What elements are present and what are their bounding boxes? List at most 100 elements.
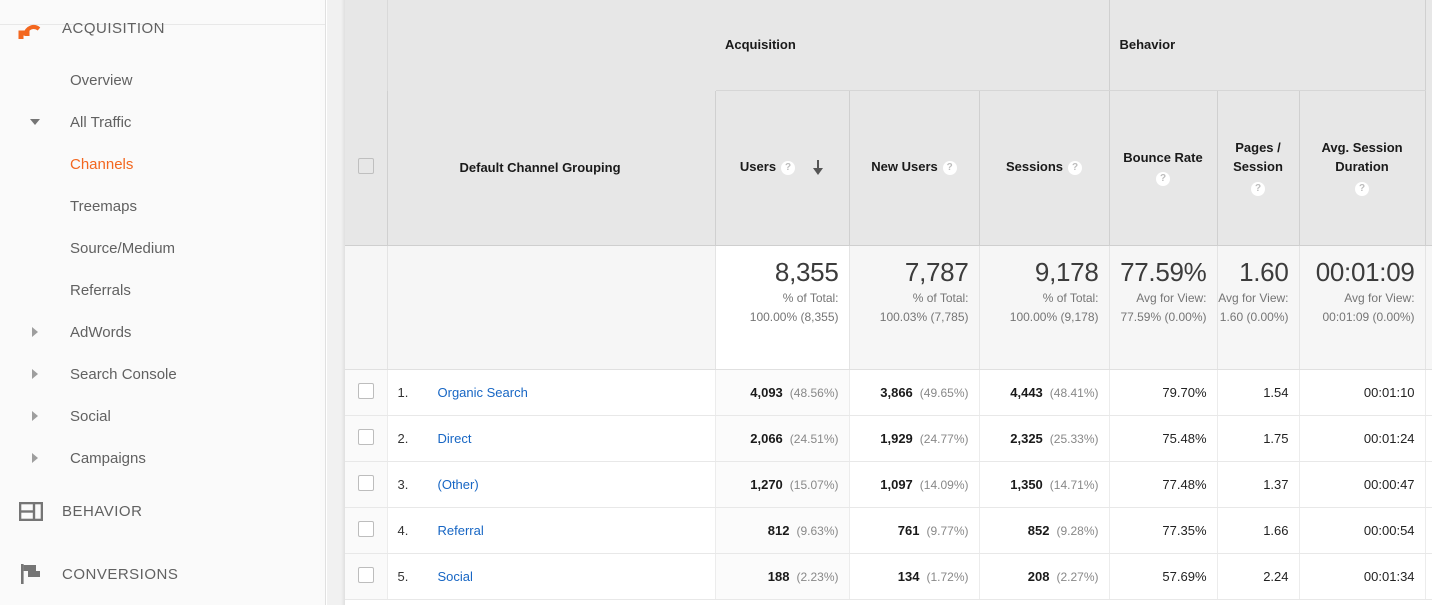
left-navigation-sidebar: ACQUISITION Overview All Traffic Channel… bbox=[0, 0, 326, 605]
summary-sub-value: 100.00% (9,178) bbox=[1009, 310, 1099, 325]
metric-percent: (15.07%) bbox=[789, 477, 839, 492]
metric-percent: (14.09%) bbox=[919, 477, 969, 492]
sidebar-section-behavior[interactable]: BEHAVIOR bbox=[0, 485, 325, 537]
sidebar-item-overview[interactable]: Overview bbox=[0, 59, 325, 101]
row-checkbox[interactable] bbox=[345, 369, 388, 416]
sidebar-item-label: Social bbox=[70, 407, 111, 425]
sort-descending-icon[interactable] bbox=[812, 159, 824, 176]
sidebar-item-adwords[interactable]: AdWords bbox=[0, 311, 325, 353]
row-bounce-rate: 77.35% bbox=[1109, 507, 1218, 554]
table-column-header-row: Default Channel Grouping Users ? New Use… bbox=[345, 90, 1432, 246]
metric-value: 00:00:54 bbox=[1363, 522, 1415, 538]
summary-dimension-spacer bbox=[387, 245, 716, 370]
sidebar-item-source-medium[interactable]: Source/Medium bbox=[0, 227, 325, 269]
sidebar-section-acquisition[interactable]: ACQUISITION bbox=[0, 2, 325, 54]
sidebar-section-conversions[interactable]: CONVERSIONS bbox=[0, 548, 325, 600]
row-pages-session: 2.24 bbox=[1217, 553, 1300, 600]
metric-value: 77.35% bbox=[1162, 522, 1207, 538]
checkbox-icon[interactable] bbox=[357, 520, 374, 537]
column-header-sessions[interactable]: Sessions ? bbox=[979, 90, 1110, 246]
chevron-right-icon[interactable] bbox=[0, 411, 70, 421]
help-icon[interactable]: ? bbox=[781, 160, 796, 175]
channel-link[interactable]: Organic Search bbox=[438, 385, 528, 400]
row-avg-duration: 00:00:54 bbox=[1299, 507, 1426, 554]
checkbox-icon[interactable] bbox=[357, 382, 374, 399]
row-dimension: 1. Organic Search bbox=[387, 369, 716, 416]
row-pages-session: 1.66 bbox=[1217, 507, 1300, 554]
summary-value: 1.60 bbox=[1239, 256, 1289, 287]
column-label: Users bbox=[739, 159, 777, 175]
row-pages-session: 1.75 bbox=[1217, 415, 1300, 462]
channel-link[interactable]: (Other) bbox=[438, 477, 479, 492]
chevron-right-icon[interactable] bbox=[0, 327, 70, 337]
column-header-avg-session-duration[interactable]: Avg. Session Duration ? bbox=[1299, 90, 1426, 246]
help-icon[interactable]: ? bbox=[1355, 181, 1370, 196]
sidebar-item-channels[interactable]: Channels bbox=[0, 143, 325, 185]
column-header-dimension[interactable]: Default Channel Grouping bbox=[387, 90, 716, 246]
select-all-checkbox[interactable] bbox=[345, 90, 388, 246]
sidebar-section-label: ACQUISITION bbox=[62, 19, 166, 37]
table-row[interactable]: 4. Referral 812 (9.63%) 761 (9.77%) 852 (9.2… bbox=[345, 507, 1432, 554]
summary-pages-session: 1.60 Avg for View: 1.60 (0.00%) bbox=[1217, 245, 1300, 370]
sidebar-item-campaigns[interactable]: Campaigns bbox=[0, 437, 325, 479]
metric-value: 1.54 bbox=[1263, 384, 1289, 400]
row-checkbox[interactable] bbox=[345, 553, 388, 600]
table-row[interactable]: 1. Organic Search 4,093 (48.56%) 3,866 (49.… bbox=[345, 369, 1432, 416]
checkbox-icon[interactable] bbox=[357, 158, 374, 174]
help-icon[interactable]: ? bbox=[1068, 160, 1083, 175]
metric-value: 761 bbox=[897, 522, 920, 538]
help-icon[interactable]: ? bbox=[942, 160, 957, 175]
behavior-layout-icon bbox=[0, 501, 62, 521]
row-checkbox[interactable] bbox=[345, 461, 388, 508]
column-label: Sessions bbox=[1005, 159, 1064, 175]
summary-new-users: 7,787 % of Total: 100.03% (7,785) bbox=[849, 245, 980, 370]
summary-value: 77.59% bbox=[1120, 256, 1207, 287]
row-avg-duration: 00:00:47 bbox=[1299, 461, 1426, 508]
table-row[interactable]: 5. Social 188 (2.23%) 134 (1.72%) 208 (2.27%… bbox=[345, 553, 1432, 600]
help-icon[interactable]: ? bbox=[1251, 181, 1265, 196]
metric-value: 188 bbox=[767, 568, 790, 584]
checkbox-icon[interactable] bbox=[357, 566, 374, 583]
chevron-down-icon[interactable] bbox=[0, 119, 70, 125]
row-checkbox[interactable] bbox=[345, 507, 388, 554]
group-header-behavior: Behavior bbox=[1109, 0, 1426, 91]
row-tail-spacer bbox=[1425, 553, 1432, 600]
chevron-right-icon[interactable] bbox=[0, 369, 70, 379]
metric-value: 1,097 bbox=[880, 476, 913, 492]
sidebar-item-treemaps[interactable]: Treemaps bbox=[0, 185, 325, 227]
metric-percent: (25.33%) bbox=[1049, 431, 1099, 446]
row-tail-spacer bbox=[1425, 461, 1432, 508]
sidebar-item-search-console[interactable]: Search Console bbox=[0, 353, 325, 395]
summary-sub-value: 00:01:09 (0.00%) bbox=[1322, 310, 1415, 325]
row-avg-duration: 00:01:10 bbox=[1299, 369, 1426, 416]
metric-value: 1,929 bbox=[880, 430, 913, 446]
table-row[interactable]: 3. (Other) 1,270 (15.07%) 1,097 (14.09%) 1,… bbox=[345, 461, 1432, 508]
table-row[interactable]: 2. Direct 2,066 (24.51%) 1,929 (24.77%) 2,3… bbox=[345, 415, 1432, 462]
row-dimension: 5. Social bbox=[387, 553, 716, 600]
metric-percent: (24.51%) bbox=[789, 431, 839, 446]
checkbox-icon[interactable] bbox=[357, 428, 374, 445]
help-icon[interactable]: ? bbox=[1156, 172, 1170, 187]
sidebar-item-referrals[interactable]: Referrals bbox=[0, 269, 325, 311]
column-header-bounce-rate[interactable]: Bounce Rate ? bbox=[1109, 90, 1218, 246]
row-bounce-rate: 57.69% bbox=[1109, 553, 1218, 600]
column-header-users[interactable]: Users ? bbox=[715, 90, 850, 246]
row-checkbox[interactable] bbox=[345, 415, 388, 462]
metric-value: 79.70% bbox=[1162, 384, 1207, 400]
content-gutter bbox=[327, 0, 345, 605]
checkbox-icon[interactable] bbox=[357, 474, 374, 491]
metric-value: 134 bbox=[897, 568, 920, 584]
column-header-spacer-tail bbox=[1425, 90, 1432, 246]
column-header-pages-session[interactable]: Pages / Session ? bbox=[1217, 90, 1300, 246]
sidebar-item-label: AdWords bbox=[70, 323, 132, 341]
sidebar-item-all-traffic[interactable]: All Traffic bbox=[0, 101, 325, 143]
group-header-spacer-tail bbox=[1425, 0, 1432, 90]
sidebar-item-label: All Traffic bbox=[70, 113, 132, 131]
channel-link[interactable]: Social bbox=[438, 569, 473, 584]
channel-link[interactable]: Direct bbox=[438, 431, 472, 446]
column-header-new-users[interactable]: New Users ? bbox=[849, 90, 980, 246]
channel-link[interactable]: Referral bbox=[438, 523, 484, 538]
chevron-right-icon[interactable] bbox=[0, 453, 70, 463]
metric-value: 00:01:10 bbox=[1363, 384, 1415, 400]
sidebar-item-social[interactable]: Social bbox=[0, 395, 325, 437]
